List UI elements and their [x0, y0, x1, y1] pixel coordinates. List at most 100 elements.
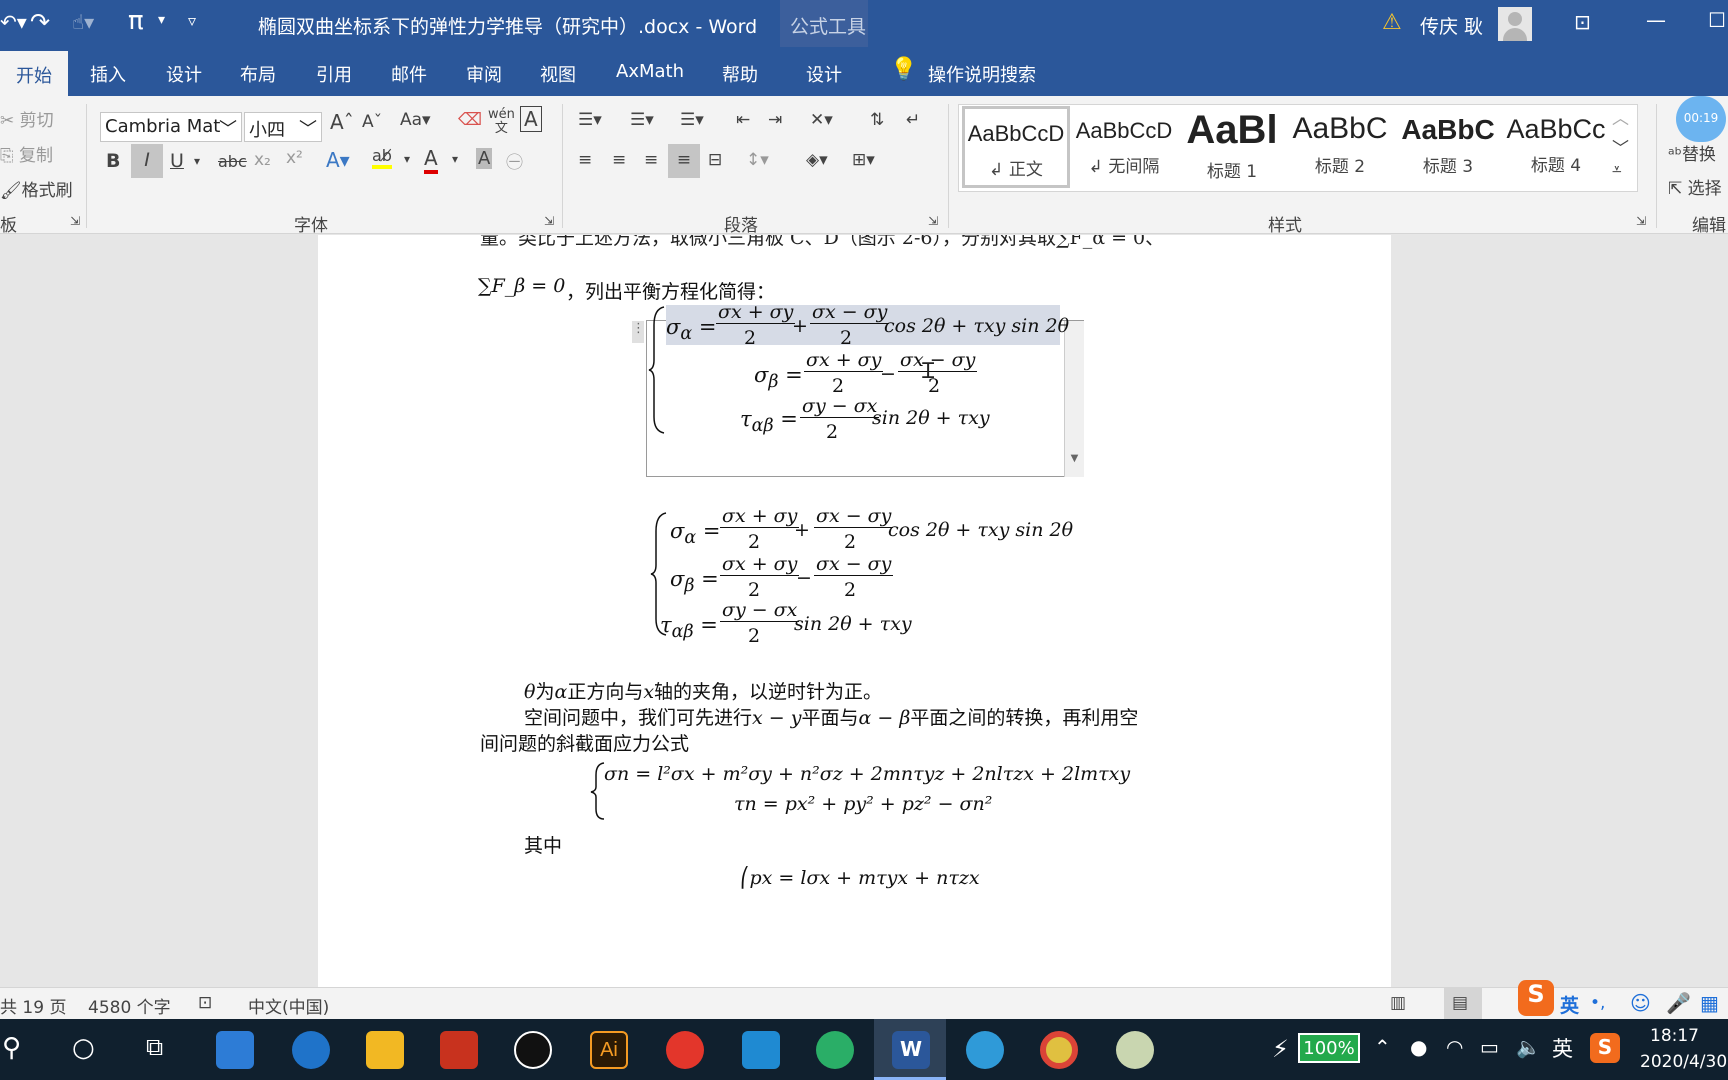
clipboard-launcher-icon[interactable]: ⇲: [70, 214, 80, 228]
user-name[interactable]: 传庆 耿: [1420, 12, 1483, 39]
equation-dropdown-icon[interactable]: ▾: [158, 12, 165, 28]
paragraph-launcher-icon[interactable]: ⇲: [928, 214, 938, 228]
strikethrough-button[interactable]: abc: [218, 152, 247, 171]
underline-dropdown-icon[interactable]: ▾: [194, 154, 200, 168]
shading-button[interactable]: ◈▾: [806, 150, 828, 170]
style-normal[interactable]: AaBbCcD ↲ 正文: [962, 106, 1070, 188]
ime-emoji-icon[interactable]: ☺: [1630, 991, 1651, 1015]
equation-options-icon[interactable]: ▼: [1064, 321, 1084, 477]
search-icon[interactable]: ⚲: [2, 1033, 21, 1063]
minimize-icon[interactable]: —: [1646, 8, 1666, 32]
battery-indicator[interactable]: 100%: [1298, 1033, 1360, 1063]
format-painter-button[interactable]: 🖌格式刷: [0, 176, 73, 201]
line-spacing-button[interactable]: ↕▾: [746, 150, 769, 170]
word-icon[interactable]: W: [892, 1031, 930, 1069]
justify-button[interactable]: ≡: [668, 144, 700, 178]
clock-date[interactable]: 2020/4/30: [1640, 1052, 1727, 1072]
mail-icon[interactable]: [216, 1031, 254, 1069]
increase-indent-button[interactable]: ⇥: [768, 110, 782, 130]
distributed-button[interactable]: ⊟: [708, 150, 722, 170]
tell-me-search[interactable]: 操作说明搜索: [928, 61, 1036, 87]
superscript-button[interactable]: x²: [286, 148, 303, 168]
text-effects-button[interactable]: A▾: [326, 148, 350, 172]
style-heading-4[interactable]: AaBbCc 标题 4: [1502, 106, 1610, 188]
print-layout-icon[interactable]: ▤: [1452, 993, 1468, 1013]
tab-insert[interactable]: 插入: [90, 61, 126, 87]
numbering-button[interactable]: ☰▾: [630, 110, 654, 130]
tab-review[interactable]: 审阅: [466, 61, 502, 87]
highlight-button[interactable]: ab̸: [372, 146, 392, 169]
equation-pi-icon[interactable]: π: [128, 6, 144, 36]
app-icon[interactable]: [1116, 1031, 1154, 1069]
word-count[interactable]: 4580 个字: [88, 993, 171, 1018]
highlight-dropdown-icon[interactable]: ▾: [404, 152, 410, 166]
styles-more-icon[interactable]: ⩡: [1612, 160, 1622, 180]
phonetic-guide-button[interactable]: wén 文: [488, 108, 515, 136]
font-color-button[interactable]: A: [424, 146, 438, 174]
read-mode-icon[interactable]: ▥: [1390, 993, 1406, 1013]
font-name-combo[interactable]: Cambria Mat ﹀: [100, 112, 242, 142]
tab-help[interactable]: 帮助: [722, 61, 758, 87]
wechat-icon[interactable]: [816, 1031, 854, 1069]
ime-mode[interactable]: 英: [1560, 991, 1579, 1018]
char-shading-button[interactable]: A: [476, 148, 493, 169]
tab-home[interactable]: 开始: [0, 51, 68, 96]
sort-button[interactable]: ⇅: [870, 110, 884, 130]
edge-icon[interactable]: [292, 1031, 330, 1069]
styles-scroll-up-icon[interactable]: ︿: [1612, 104, 1629, 129]
inline-equation[interactable]: ∑F_β = 0: [478, 275, 565, 297]
ime-voice-icon[interactable]: 🎤: [1666, 991, 1691, 1015]
bullets-button[interactable]: ☰▾: [578, 110, 602, 130]
volume-icon[interactable]: 🔈: [1516, 1035, 1541, 1059]
tab-equation-design[interactable]: 设计: [806, 61, 842, 87]
task-view-icon[interactable]: ⧉: [146, 1033, 163, 1061]
customize-qat-icon[interactable]: ▿: [188, 11, 196, 30]
maximize-icon[interactable]: ☐: [1708, 8, 1726, 32]
qq-tray-icon[interactable]: ●: [1410, 1035, 1427, 1059]
decrease-indent-button[interactable]: ⇤: [736, 110, 750, 130]
undo-icon[interactable]: ↶▾: [0, 10, 27, 34]
sogou-ime-icon[interactable]: S: [1518, 980, 1554, 1016]
multilevel-list-button[interactable]: ☰▾: [680, 110, 704, 130]
netease-music-icon[interactable]: [666, 1031, 704, 1069]
style-heading-1[interactable]: AaBl 标题 1: [1178, 106, 1286, 188]
ime-indicator[interactable]: 英: [1552, 1033, 1573, 1063]
ime-toolbox-icon[interactable]: ▦: [1700, 991, 1719, 1015]
change-case-button[interactable]: Aa▾: [400, 110, 431, 130]
cut-button[interactable]: ✂ 剪切: [0, 106, 54, 131]
enclose-char-button[interactable]: ㊀: [506, 148, 523, 173]
subscript-button[interactable]: x₂: [254, 150, 271, 170]
power-icon[interactable]: ⚡: [1272, 1035, 1289, 1063]
align-left-button[interactable]: ≡: [578, 150, 592, 170]
battery-icon[interactable]: ▭: [1480, 1035, 1499, 1059]
sogou-tray-icon[interactable]: S: [1590, 1033, 1620, 1063]
touch-mode-icon[interactable]: ☝▾: [72, 10, 94, 34]
char-border-button[interactable]: A: [520, 106, 542, 132]
replace-button[interactable]: ᵃᵇ替换: [1668, 140, 1716, 165]
tab-layout[interactable]: 布局: [240, 61, 276, 87]
styles-launcher-icon[interactable]: ⇲: [1636, 214, 1646, 228]
tab-design[interactable]: 设计: [166, 61, 202, 87]
select-button[interactable]: ⇱ 选择: [1668, 174, 1722, 199]
italic-button[interactable]: I: [131, 144, 163, 178]
copy-button[interactable]: ⎘ 复制: [0, 141, 53, 166]
app-icon[interactable]: [440, 1031, 478, 1069]
font-size-combo[interactable]: 小四 ﹀: [244, 112, 322, 142]
bold-button[interactable]: B: [106, 150, 120, 172]
illustrator-icon[interactable]: Ai: [590, 1031, 628, 1069]
tab-mailings[interactable]: 邮件: [391, 61, 427, 87]
wifi-icon[interactable]: ◠: [1446, 1035, 1463, 1059]
font-color-dropdown-icon[interactable]: ▾: [452, 152, 458, 166]
chinese-layout-button[interactable]: ✕▾: [810, 110, 833, 130]
font-launcher-icon[interactable]: ⇲: [544, 214, 554, 228]
clear-format-icon[interactable]: ⌫: [458, 110, 482, 130]
chrome-icon[interactable]: [1040, 1031, 1078, 1069]
clock-time[interactable]: 18:17: [1650, 1026, 1699, 1046]
document-area[interactable]: 量。类比于上述方法，取微小三角板 C、D（图示 2-6），分别对其取∑F_α =…: [0, 235, 1728, 987]
proofing-icon[interactable]: ⊡: [198, 993, 212, 1013]
grow-font-button[interactable]: Aˆ: [330, 110, 354, 134]
file-explorer-icon[interactable]: [366, 1031, 404, 1069]
warning-icon[interactable]: ⚠: [1382, 10, 1402, 35]
ime-punct-icon[interactable]: •,: [1590, 993, 1605, 1013]
app-icon[interactable]: [966, 1031, 1004, 1069]
